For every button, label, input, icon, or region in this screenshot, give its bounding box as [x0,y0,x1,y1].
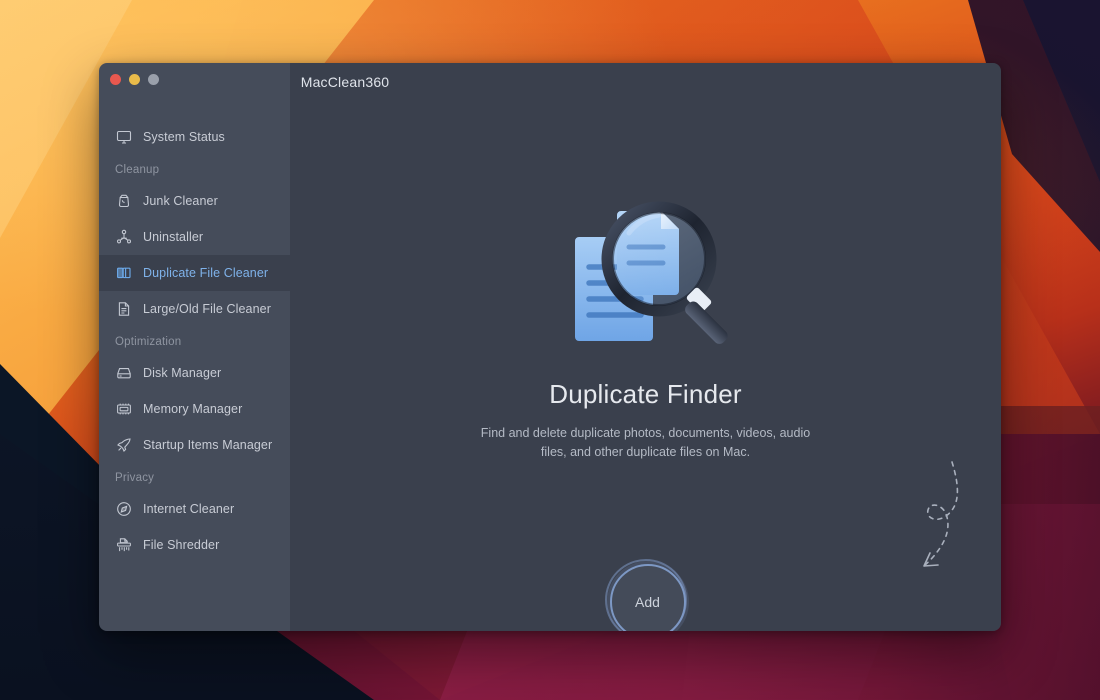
monitor-icon [115,129,132,146]
main-content: Duplicate Finder Find and delete duplica… [290,63,1001,631]
sidebar-item-label: Junk Cleaner [143,194,218,208]
sidebar-item-large-old-file-cleaner[interactable]: Large/Old File Cleaner [99,291,290,327]
compass-icon [115,501,132,518]
sidebar-item-startup-items-manager[interactable]: Startup Items Manager [99,427,290,463]
sidebar-item-junk-cleaner[interactable]: Junk Cleaner [99,183,290,219]
close-button[interactable] [110,74,121,85]
sidebar-item-label: Memory Manager [143,402,242,416]
sidebar-item-uninstaller[interactable]: Uninstaller [99,219,290,255]
app-window: System Status Cleanup Junk Cleaner [99,63,1001,631]
maximize-button[interactable] [148,74,159,85]
duplicate-files-icon [115,265,132,282]
sidebar-item-memory-manager[interactable]: Memory Manager [99,391,290,427]
trash-bag-icon [115,193,132,210]
add-button[interactable]: Add [610,564,686,631]
minimize-button[interactable] [129,74,140,85]
sidebar-item-label: Duplicate File Cleaner [143,266,268,280]
page-subtitle: Find and delete duplicate photos, docume… [476,424,816,462]
uninstall-icon [115,229,132,246]
sidebar-item-file-shredder[interactable]: File Shredder [99,527,290,563]
sidebar-item-label: Internet Cleaner [143,502,234,516]
sidebar-item-label: Disk Manager [143,366,221,380]
magnifier-documents-icon [551,185,741,365]
sidebar-item-label: Uninstaller [143,230,203,244]
shredder-icon [115,537,132,554]
sidebar-section-optimization: Optimization [99,327,290,355]
sidebar-section-privacy: Privacy [99,463,290,491]
desktop-wallpaper: System Status Cleanup Junk Cleaner [0,0,1100,700]
page-title: Duplicate Finder [290,379,1001,410]
sidebar: System Status Cleanup Junk Cleaner [99,63,290,631]
sidebar-item-duplicate-file-cleaner[interactable]: Duplicate File Cleaner [99,255,290,291]
sidebar-item-label: File Shredder [143,538,219,552]
sidebar-item-label: Large/Old File Cleaner [143,302,271,316]
sidebar-item-system-status[interactable]: System Status [99,119,290,155]
sidebar-nav: System Status Cleanup Junk Cleaner [99,119,290,563]
sidebar-item-disk-manager[interactable]: Disk Manager [99,355,290,391]
sidebar-section-cleanup: Cleanup [99,155,290,183]
disk-icon [115,365,132,382]
dashed-curly-arrow-icon [868,458,988,598]
rocket-icon [115,437,132,454]
add-button-label: Add [635,594,660,610]
memory-chip-icon [115,401,132,418]
sidebar-item-label: System Status [143,130,225,144]
sidebar-item-label: Startup Items Manager [143,438,272,452]
sidebar-item-internet-cleaner[interactable]: Internet Cleaner [99,491,290,527]
window-controls [110,74,159,85]
document-icon [115,301,132,318]
